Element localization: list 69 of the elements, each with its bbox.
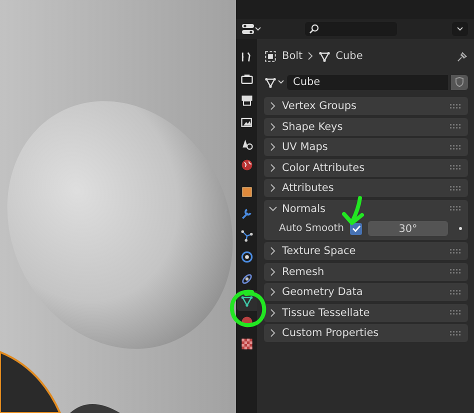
panel-header[interactable]: Normals — [264, 200, 468, 218]
camera-icon — [240, 72, 254, 86]
chevron-right-icon — [269, 143, 277, 151]
panel-header[interactable]: Color Attributes — [264, 158, 468, 176]
caret-icon — [278, 80, 284, 84]
toggle-icon — [242, 24, 254, 34]
shield-icon — [455, 77, 464, 87]
printer-icon — [240, 93, 254, 108]
keyframe-dot-icon[interactable] — [459, 227, 462, 230]
panel-header[interactable]: Shape Keys — [264, 118, 468, 136]
chevron-right-icon — [269, 268, 277, 276]
panel-header[interactable]: Remesh — [264, 262, 468, 280]
pin-icon[interactable] — [457, 50, 468, 62]
cone-sphere-icon — [240, 136, 254, 151]
panel-header[interactable]: Texture Space — [264, 242, 468, 260]
panel-header[interactable]: Vertex Groups — [264, 97, 468, 115]
chevron-right-icon — [269, 102, 277, 110]
drag-handle-icon[interactable] — [450, 248, 462, 254]
panel-header[interactable]: Tissue Tessellate — [264, 304, 468, 322]
breadcrumb-label: Bolt — [282, 50, 303, 62]
ring-icon — [240, 272, 254, 286]
caret-icon — [255, 27, 261, 31]
chevron-down-icon — [269, 204, 277, 212]
wrench-icon — [240, 206, 254, 221]
nodes-icon — [240, 228, 254, 242]
drag-handle-icon[interactable] — [450, 124, 462, 129]
drag-handle-icon[interactable] — [450, 290, 462, 294]
tool-icon — [240, 50, 254, 64]
panel-header[interactable]: Attributes — [264, 179, 468, 197]
drag-handle-icon[interactable] — [450, 206, 462, 211]
drag-handle-icon[interactable] — [450, 269, 462, 274]
mesh-browse-button[interactable] — [264, 76, 284, 88]
object-icon — [264, 50, 277, 62]
drag-handle-icon[interactable] — [450, 104, 462, 108]
orbit-icon — [240, 250, 254, 264]
drag-handle-icon[interactable] — [450, 310, 462, 315]
dropdown-button[interactable] — [452, 22, 468, 36]
square-icon — [240, 185, 254, 200]
fake-user-button[interactable] — [451, 74, 468, 90]
globe-icon — [240, 158, 254, 172]
chevron-right-icon — [269, 247, 277, 255]
drag-handle-icon[interactable] — [450, 186, 462, 190]
checkbox[interactable] — [350, 222, 362, 234]
drag-handle-icon[interactable] — [450, 165, 462, 170]
image-icon — [240, 115, 254, 130]
search-field[interactable] — [305, 22, 397, 36]
breadcrumb-label: Cube — [336, 50, 363, 62]
drag-handle-icon[interactable] — [450, 144, 462, 150]
drag-handle-icon[interactable] — [450, 330, 462, 336]
chevron-right-icon — [269, 329, 277, 337]
panel-header[interactable]: Geometry Data — [264, 283, 468, 301]
mesh-icon — [318, 50, 331, 62]
mesh-icon — [240, 294, 254, 308]
chevron-right-icon — [269, 308, 277, 316]
chevron-right-icon — [269, 122, 277, 130]
mesh-name-field[interactable]: Cube — [287, 74, 448, 90]
panel-header[interactable]: UV Maps — [264, 138, 468, 156]
search-icon — [309, 24, 319, 34]
panel-header[interactable]: Custom Properties — [264, 324, 468, 342]
chevron-icon — [308, 52, 313, 60]
caret-icon — [457, 27, 463, 31]
mesh-icon — [264, 76, 277, 88]
angle-field[interactable]: 30° — [368, 221, 448, 236]
checker-icon — [240, 336, 254, 351]
editor-type-button[interactable] — [242, 24, 261, 34]
chevron-right-icon — [269, 288, 277, 296]
field-label: Auto Smooth — [278, 223, 344, 234]
chevron-right-icon — [269, 184, 277, 192]
chevron-right-icon — [269, 164, 277, 172]
